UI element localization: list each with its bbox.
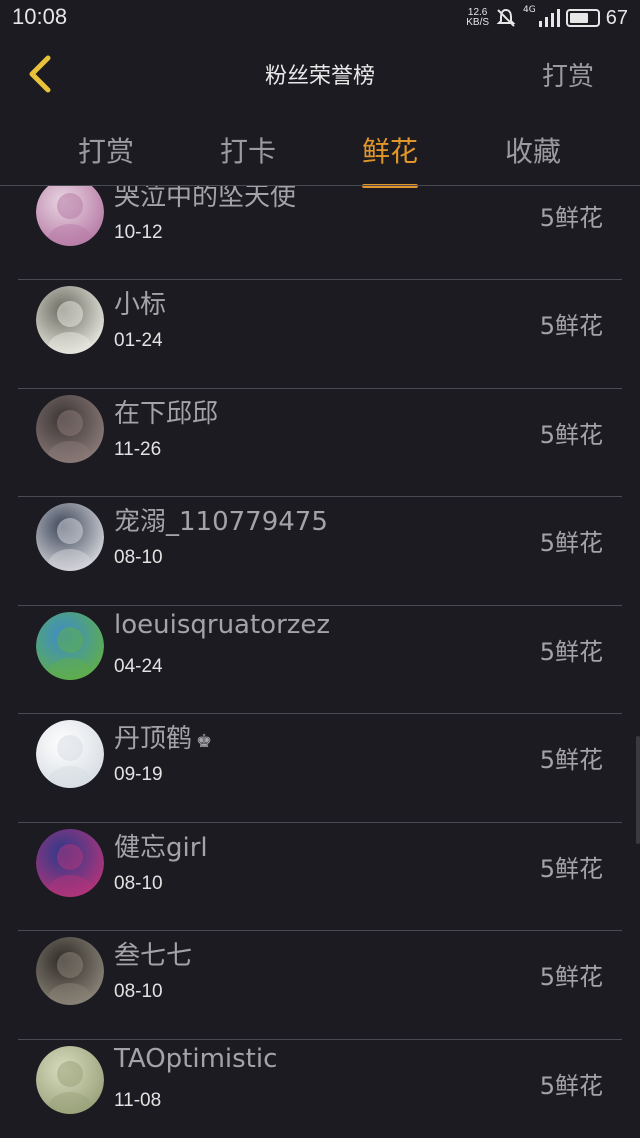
fan-date: 10-12: [114, 222, 163, 243]
fan-name-text: 小标: [114, 290, 167, 320]
avatar[interactable]: [36, 828, 104, 897]
fan-date: 11-08: [114, 1089, 162, 1111]
chevron-left-icon: [29, 55, 51, 93]
list-item[interactable]: 丹顶鹤 ♚ 09-19 5鲜花: [0, 714, 640, 823]
avatar-image: [36, 720, 104, 788]
flower-count: 5鲜花: [539, 312, 603, 340]
fan-name-text: 健忘girl: [114, 832, 208, 863]
list-item[interactable]: 宠溺_110779475 08-10 5鲜花: [0, 497, 640, 606]
avatar[interactable]: [36, 1045, 104, 1114]
fan-name-text: 宠溺_110779475: [114, 507, 328, 537]
mute-bell-icon: [496, 8, 516, 27]
net-speed-unit: KB/S: [466, 17, 490, 28]
avatar[interactable]: [36, 394, 104, 463]
flower-count: 5鲜花: [539, 963, 603, 991]
battery-icon: [565, 9, 600, 27]
list-item[interactable]: TAOptimistic 11-08 5鲜花: [0, 1040, 640, 1138]
tab-label: 鲜花: [361, 135, 419, 168]
avatar-image: [36, 286, 104, 354]
avatar-image: [36, 937, 104, 1005]
flower-count: 5鲜花: [539, 204, 603, 232]
fan-date: 11-26: [114, 438, 162, 460]
list-item[interactable]: 健忘girl 08-10 5鲜花: [0, 823, 640, 931]
avatar[interactable]: [36, 611, 104, 680]
fan-list[interactable]: 哭泣中的坠天使 10-12 5鲜花 小标 01-24 5鲜花 在下邱邱 11-26 5鲜花 宠溺_…: [0, 186, 640, 1138]
avatar-image: [36, 186, 104, 246]
flower-count: 5鲜花: [539, 420, 603, 449]
fan-date: 08-10: [114, 547, 163, 568]
fan-name-text: 哭泣中的坠天使: [114, 186, 297, 212]
fan-name: 丹顶鹤 ♚: [114, 718, 212, 755]
fan-name: 健忘girl: [114, 827, 208, 864]
fan-name: loeuisqruatorzez: [114, 610, 330, 640]
avatar-image: [36, 828, 104, 897]
crown-icon: ♚: [196, 731, 213, 752]
tab-bar: 打赏 打卡 鲜花 收藏: [0, 122, 640, 188]
network-speed: 12.6 KB/S: [466, 8, 489, 28]
avatar-image: [36, 394, 104, 463]
fan-date: 09-19: [114, 764, 163, 785]
scrollbar[interactable]: [636, 736, 640, 844]
avatar[interactable]: [36, 186, 104, 246]
tab-label: 收藏: [504, 135, 562, 168]
tab-reward[interactable]: 打赏: [78, 130, 134, 170]
tab-label: 打卡: [219, 135, 277, 168]
fan-name: 在下邱邱: [114, 393, 218, 430]
tab-checkin[interactable]: 打卡: [220, 130, 276, 170]
tab-favorites[interactable]: 收藏: [505, 130, 561, 170]
fan-date: 04-24: [114, 655, 163, 677]
avatar[interactable]: [36, 503, 104, 571]
status-indicators: 12.6 KB/S 4G 67: [466, 5, 628, 31]
flower-count: 5鲜花: [539, 854, 603, 883]
back-button[interactable]: [22, 52, 62, 96]
fan-name: 小标: [114, 284, 166, 321]
fan-date: 01-24: [114, 330, 163, 351]
list-item[interactable]: 小标 01-24 5鲜花: [0, 280, 640, 389]
fan-name: TAOptimistic: [114, 1044, 277, 1074]
fan-name: 叁七七: [114, 935, 192, 972]
flower-count: 5鲜花: [539, 637, 603, 666]
fan-date: 08-10: [114, 981, 163, 1002]
top-bar: 粉丝荣誉榜 打赏: [0, 40, 640, 106]
flower-count: 5鲜花: [539, 746, 603, 774]
fan-name-text: loeuisqruatorzez: [114, 609, 331, 640]
avatar-image: [36, 1045, 104, 1114]
flower-count: 5鲜花: [539, 1071, 603, 1100]
fan-name: 哭泣中的坠天使: [114, 186, 296, 213]
fan-date: 08-10: [114, 872, 163, 894]
battery-level: 67: [605, 6, 628, 29]
tab-label: 打赏: [77, 135, 135, 168]
list-item[interactable]: 叁七七 08-10 5鲜花: [0, 931, 640, 1040]
status-bar: 10:08 12.6 KB/S 4G 67: [0, 0, 640, 36]
reward-button[interactable]: 打赏: [542, 56, 594, 93]
fan-name: 宠溺_110779475: [114, 501, 328, 538]
avatar-image: [36, 503, 104, 571]
signal-icon: [538, 9, 560, 27]
avatar[interactable]: [36, 720, 104, 788]
list-item[interactable]: 在下邱邱 11-26 5鲜花: [0, 389, 640, 497]
fan-name-text: 叁七七: [114, 941, 193, 971]
network-type: 4G: [523, 5, 536, 15]
flower-count: 5鲜花: [539, 529, 603, 557]
list-item[interactable]: 哭泣中的坠天使 10-12 5鲜花: [0, 186, 640, 280]
fan-name-text: 在下邱邱: [114, 398, 219, 429]
avatar-image: [36, 611, 104, 680]
list-item[interactable]: loeuisqruatorzez 04-24 5鲜花: [0, 606, 640, 714]
tab-flowers[interactable]: 鲜花: [361, 130, 419, 188]
avatar[interactable]: [36, 286, 104, 354]
fan-name-text: TAOptimistic: [114, 1043, 278, 1074]
avatar[interactable]: [36, 937, 104, 1005]
fan-name-text: 丹顶鹤: [114, 724, 193, 754]
status-time: 10:08: [12, 4, 68, 29]
